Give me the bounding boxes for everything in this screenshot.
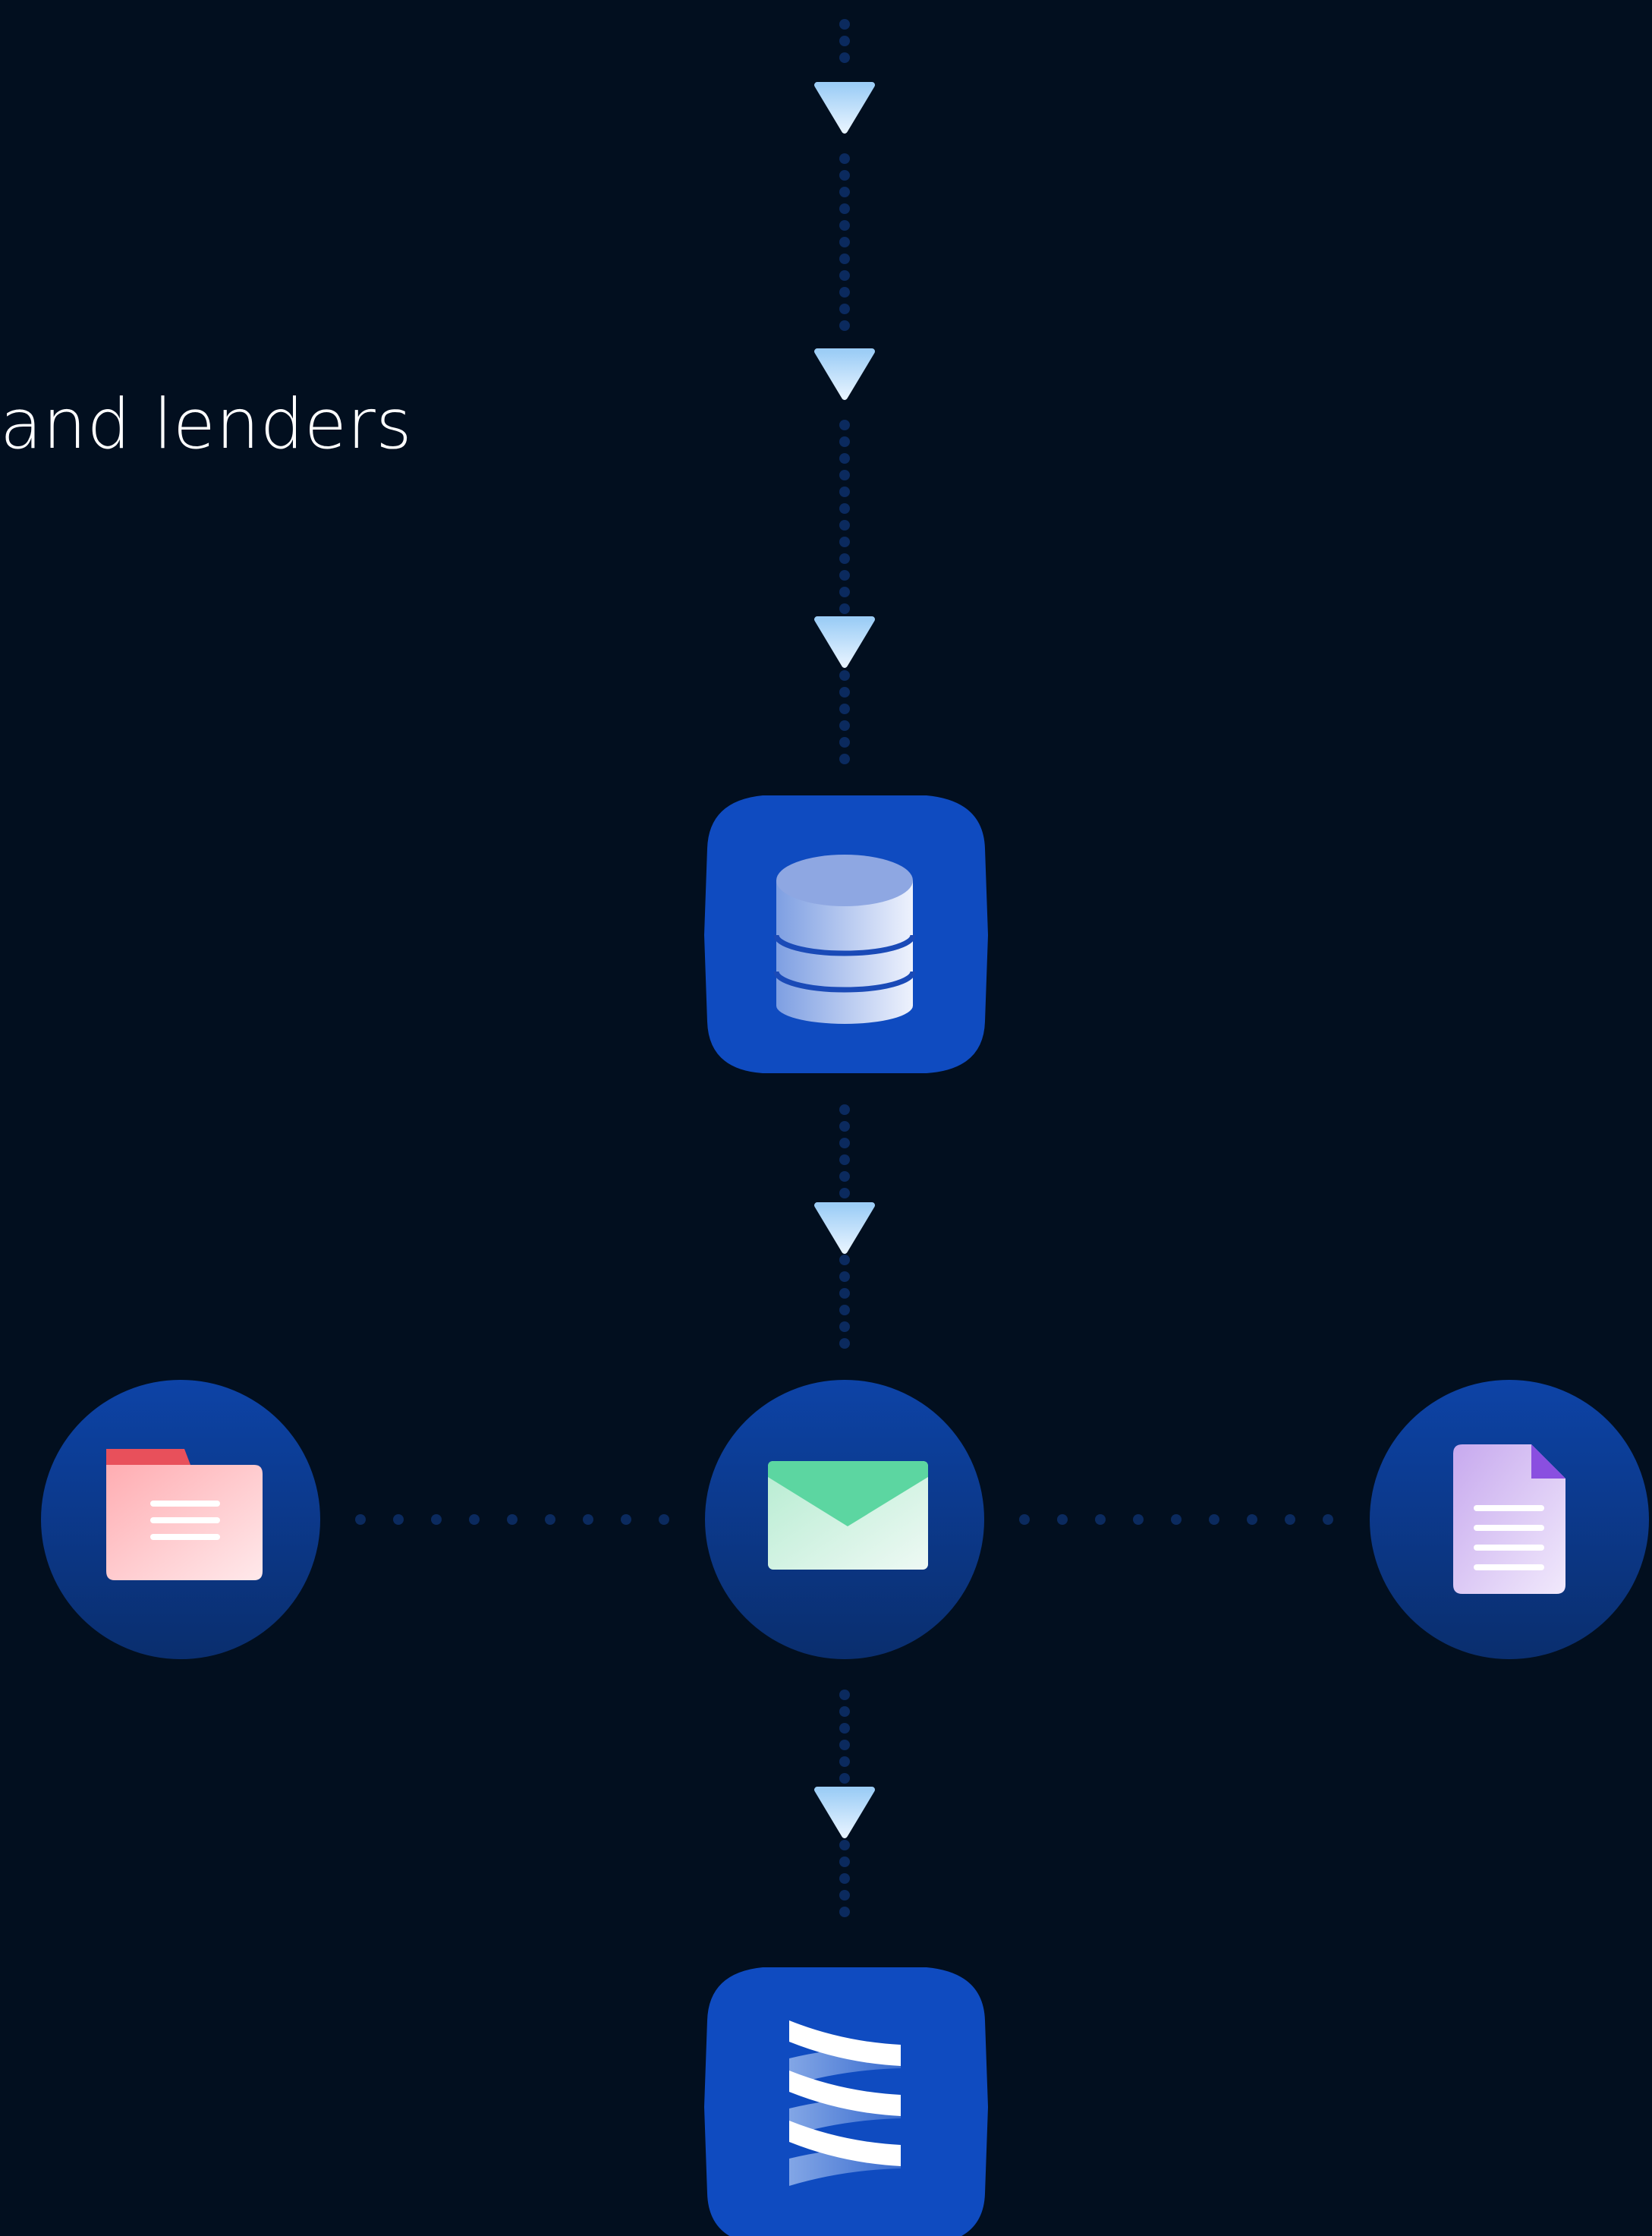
connector-dot	[839, 1171, 850, 1182]
connector-dot	[839, 1188, 850, 1198]
document-node	[1370, 1380, 1649, 1659]
connector-dot	[839, 320, 850, 331]
connector-dot	[1171, 1514, 1182, 1525]
connector-dot	[1019, 1514, 1030, 1525]
connector-dot	[839, 1154, 850, 1165]
brand-node	[704, 1967, 988, 2236]
connector-dot	[839, 1138, 850, 1148]
connector-dot	[839, 1756, 850, 1767]
connector-dot	[839, 1706, 850, 1717]
connector-dot	[1095, 1514, 1106, 1525]
connector-dot	[839, 670, 850, 681]
connector-dot	[839, 1690, 850, 1700]
connector-dot	[393, 1514, 404, 1525]
connector-dot	[839, 570, 850, 581]
connector-dot	[1209, 1514, 1219, 1525]
connector-dot	[1285, 1514, 1295, 1525]
connector-dot	[839, 537, 850, 547]
connector-dot	[839, 1857, 850, 1867]
connector-dot	[839, 503, 850, 514]
connector-dot	[839, 754, 850, 764]
connector-dot	[839, 170, 850, 181]
down-arrow-icon	[814, 348, 875, 400]
connector-dot	[839, 1288, 850, 1299]
connector-dot	[839, 587, 850, 597]
connector-dot	[839, 52, 850, 63]
connector-dot	[839, 1321, 850, 1332]
connector-dot	[839, 237, 850, 247]
connector-dot	[839, 1873, 850, 1884]
connector-dot	[839, 1890, 850, 1901]
connector-dot	[1057, 1514, 1068, 1525]
flow-diagram	[41, 19, 1649, 2236]
connector-dot	[839, 1723, 850, 1734]
connector-dot	[839, 1338, 850, 1349]
connector-dot	[839, 704, 850, 714]
connector-dot	[839, 304, 850, 314]
down-arrow-icon	[814, 1202, 875, 1254]
connector-dot	[469, 1514, 480, 1525]
connector-dot	[839, 203, 850, 214]
connector-dot	[839, 1740, 850, 1750]
connector-dot	[839, 1305, 850, 1315]
connector-dot	[839, 470, 850, 480]
connector-dot	[839, 1121, 850, 1132]
connector-dot	[839, 487, 850, 497]
connector-dot	[839, 737, 850, 748]
connector-dot	[621, 1514, 631, 1525]
connector-dot	[583, 1514, 593, 1525]
connector-dot	[839, 420, 850, 430]
connector-dot	[839, 1104, 850, 1115]
connector-dot	[839, 520, 850, 531]
connector-dot	[839, 220, 850, 231]
folder-icon	[106, 1449, 263, 1580]
connector-dot	[839, 553, 850, 564]
connector-dot	[1133, 1514, 1144, 1525]
connector-dot	[839, 287, 850, 298]
connector-dot	[659, 1514, 669, 1525]
connector-dot	[839, 36, 850, 46]
down-arrow-icon	[814, 1787, 875, 1838]
connector-dot	[839, 1255, 850, 1265]
connector-dot	[839, 603, 850, 614]
connector-dot	[1323, 1514, 1333, 1525]
connector-dot	[839, 187, 850, 197]
connector-dot	[839, 254, 850, 264]
connector-dot	[431, 1514, 442, 1525]
database-icon	[773, 855, 916, 1024]
connector-dot	[839, 720, 850, 731]
document-icon	[1453, 1444, 1565, 1594]
connector-dot	[545, 1514, 555, 1525]
connector-dot	[839, 19, 850, 30]
connector-dot	[1247, 1514, 1257, 1525]
connector-dot	[839, 1907, 850, 1917]
connector-dot	[839, 153, 850, 164]
down-arrow-icon	[814, 82, 875, 134]
envelope-icon	[768, 1461, 928, 1570]
connector-dot	[839, 270, 850, 281]
folder-node	[41, 1380, 320, 1659]
connector-dot	[839, 1773, 850, 1784]
down-arrow-icon	[814, 616, 875, 668]
connector-dot	[839, 436, 850, 447]
connector-dot	[507, 1514, 518, 1525]
connector-dot	[839, 1840, 850, 1850]
connector-dot	[839, 687, 850, 698]
connector-dot	[355, 1514, 366, 1525]
database-node	[704, 795, 988, 1073]
email-node	[705, 1380, 984, 1659]
connector-dot	[839, 1271, 850, 1282]
connector-dot	[839, 453, 850, 464]
